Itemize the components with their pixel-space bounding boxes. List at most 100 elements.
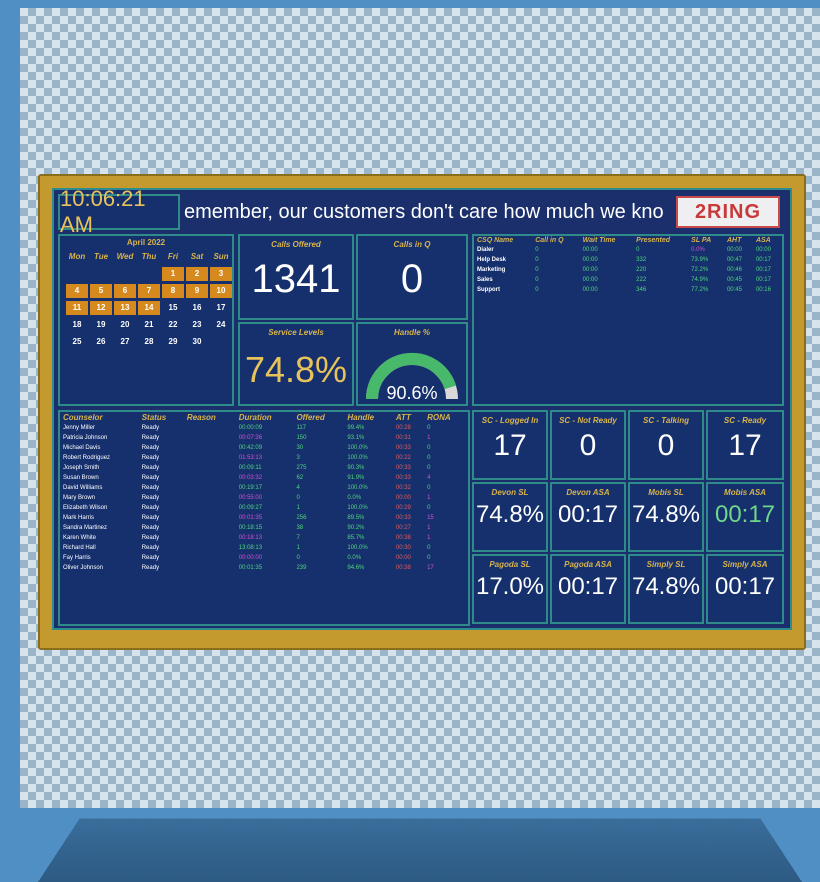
agent-cell: 00:29	[395, 505, 411, 511]
calendar-day[interactable]: 23	[186, 318, 208, 332]
metric-tile-title: Simply ASA	[722, 560, 768, 569]
agent-cell: 89.5%	[347, 515, 365, 521]
agents-header: Reason	[186, 413, 216, 422]
queue-cell: 00:00	[726, 247, 742, 253]
calendar-day[interactable]: 3	[210, 267, 232, 281]
metric-tile-value: 0	[579, 429, 597, 462]
calendar-day[interactable]: 8	[162, 284, 184, 298]
calendar-day[interactable]: 11	[66, 301, 88, 315]
metric-tile-title: SC - Ready	[723, 416, 767, 425]
agent-cell: Ready	[141, 455, 160, 461]
agent-cell: 100.0%	[347, 505, 368, 511]
agent-cell: 256	[296, 515, 307, 521]
calls-in-q-title: Calls in Q	[393, 240, 431, 249]
calendar-day[interactable]	[66, 267, 88, 281]
calendar-day[interactable]: 30	[186, 335, 208, 349]
calendar-day[interactable]: 16	[186, 301, 208, 315]
metric-tile-value: 00:17	[714, 573, 776, 600]
queue-cell: 0	[535, 247, 539, 253]
calendar-day[interactable]: 27	[114, 335, 136, 349]
metric-tile-value: 00:17	[557, 573, 619, 600]
calendar-day[interactable]	[210, 335, 232, 349]
metric-tile-title: Simply SL	[646, 560, 686, 569]
floor-shadow	[38, 818, 802, 882]
agent-cell: 90.2%	[347, 525, 365, 531]
calendar-day[interactable]: 26	[90, 335, 112, 349]
calendar-day[interactable]	[114, 267, 136, 281]
agent-cell: 1	[427, 495, 431, 501]
calendar-day[interactable]: 17	[210, 301, 232, 315]
calendar-day[interactable]: 7	[138, 284, 160, 298]
calendar-day[interactable]: 14	[138, 301, 160, 315]
agent-cell: 00:18:15	[238, 525, 263, 531]
agent-cell: David Williams	[63, 485, 103, 491]
service-levels-title: Service Levels	[268, 328, 324, 337]
calendar-day[interactable]: 5	[90, 284, 112, 298]
agent-row: Richard Hall Ready 13:08:13 1 100.0% 00:30 0	[60, 543, 468, 553]
clock: 10:06:21 AM	[58, 186, 180, 237]
agent-cell: 00:00	[395, 495, 411, 501]
queue-cell: 00:16	[755, 287, 771, 293]
metric-tile-value: 74.8%	[631, 501, 701, 528]
agent-row: Mary Brown Ready 00:55:00 0 0.0% 00:00 1	[60, 493, 468, 503]
calendar-day[interactable]: 4	[66, 284, 88, 298]
agent-cell: 1	[296, 545, 300, 551]
agent-cell: 0	[427, 485, 431, 491]
calendar-day[interactable]: 15	[162, 301, 184, 315]
agent-cell: Oliver Johnson	[63, 565, 104, 571]
calendar-day[interactable]: 12	[90, 301, 112, 315]
calendar-day[interactable]: 18	[66, 318, 88, 332]
2ring-logo: 2RING	[676, 196, 780, 228]
queue-cell: 00:47	[726, 257, 742, 263]
agent-cell: 00:33	[395, 515, 411, 521]
agent-cell: Patricia Johnson	[63, 435, 108, 441]
queue-cell: 72.2%	[691, 267, 709, 273]
queue-cell: 00:00	[582, 267, 598, 273]
metric-tile-title: Mobis ASA	[724, 488, 766, 497]
calendar-day[interactable]	[138, 267, 160, 281]
queue-cell: 0	[636, 247, 640, 253]
agent-cell: Ready	[141, 535, 160, 541]
calendar-day[interactable]	[90, 267, 112, 281]
calendar-day[interactable]: 10	[210, 284, 232, 298]
calendar-day[interactable]: 19	[90, 318, 112, 332]
agent-cell: 100.0%	[347, 455, 368, 461]
agent-cell: 85.7%	[347, 535, 365, 541]
calendar-day[interactable]: 25	[66, 335, 88, 349]
metric-tile: SC - Talking 0	[628, 410, 704, 480]
calendar-day[interactable]: 20	[114, 318, 136, 332]
agent-cell: Ready	[141, 565, 160, 571]
agent-cell: 150	[296, 435, 307, 441]
calendar-day[interactable]: 2	[186, 267, 208, 281]
queue-row: Help Desk 0 00:00 332 73.9% 00:47 00:17	[474, 255, 782, 265]
calendar-day[interactable]: 6	[114, 284, 136, 298]
agent-cell: Ready	[141, 525, 160, 531]
calendar-day[interactable]: 28	[138, 335, 160, 349]
agent-row: Fay Harris Ready 00:00:00 0 0.0% 00:00 0	[60, 553, 468, 563]
metric-tile: SC - Logged In 17	[472, 410, 548, 480]
metric-tile-title: SC - Talking	[643, 416, 689, 425]
queue-table-panel: CSQ Name Call in Q Wait Time Presented SL PA…	[472, 234, 784, 406]
calendar-dow: Fri	[167, 252, 179, 261]
queue-cell: 346	[636, 287, 647, 293]
calendar-day[interactable]: 21	[138, 318, 160, 332]
queue-header: Presented	[636, 237, 671, 244]
agent-cell	[184, 563, 236, 573]
calendar-day[interactable]: 1	[162, 267, 184, 281]
calendar-day[interactable]: 29	[162, 335, 184, 349]
metric-tile: Pagoda SL 17.0%	[472, 554, 548, 624]
metric-tile: Simply ASA 00:17	[706, 554, 784, 624]
calendar-day[interactable]: 13	[114, 301, 136, 315]
agent-cell: 99.4%	[347, 425, 365, 431]
calendar-day[interactable]: 24	[210, 318, 232, 332]
calls-offered-value: 1341	[251, 257, 341, 301]
agent-cell: Mary Brown	[63, 495, 96, 501]
agents-header: Offered	[296, 413, 325, 422]
calendar-day[interactable]: 9	[186, 284, 208, 298]
agent-cell	[184, 453, 236, 463]
queue-header: Call in Q	[535, 237, 564, 244]
agent-cell: 0.0%	[347, 555, 362, 561]
calls-in-q-panel: Calls in Q 0	[356, 234, 468, 320]
agent-cell: Ready	[141, 505, 160, 511]
calendar-day[interactable]: 22	[162, 318, 184, 332]
